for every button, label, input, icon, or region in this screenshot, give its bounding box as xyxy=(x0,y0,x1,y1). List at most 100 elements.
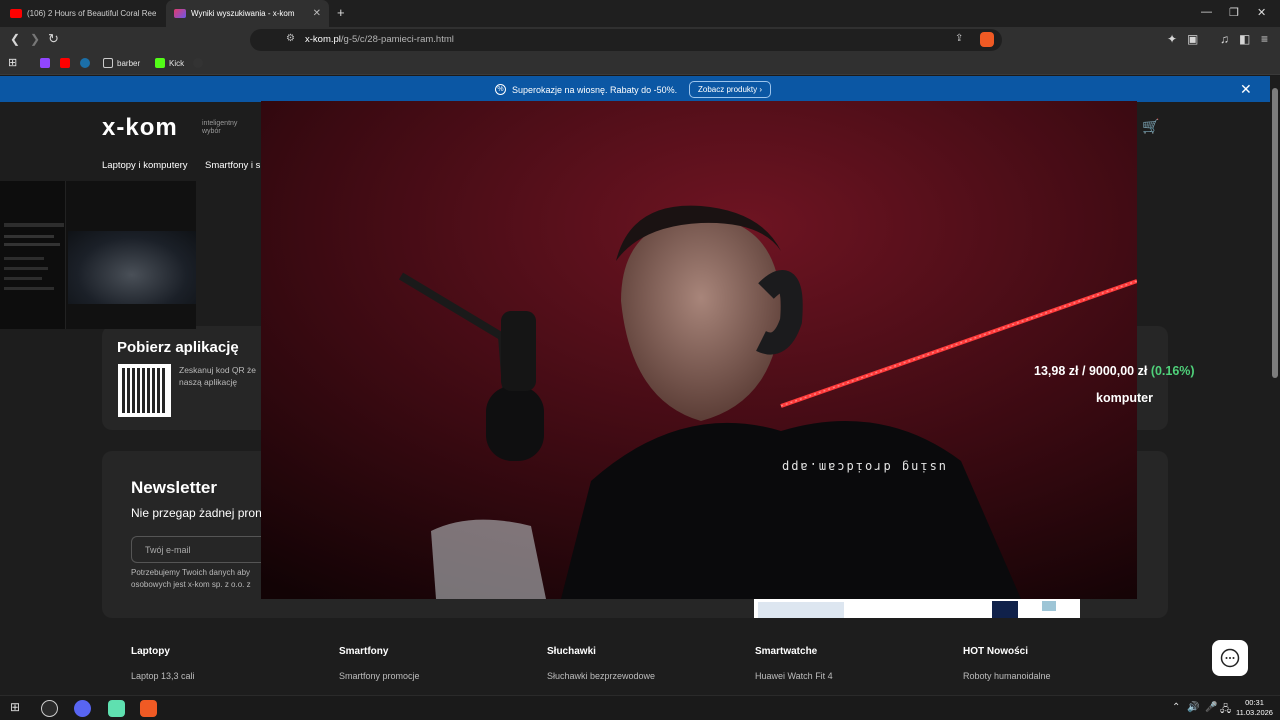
preview-row xyxy=(4,235,54,238)
tab-strip: (106) 2 Hours of Beautiful Coral Reef Wy… xyxy=(0,0,1280,27)
email-field[interactable]: Twój e-mail xyxy=(131,536,271,563)
footer-link[interactable]: Laptop 13,3 cali xyxy=(131,671,195,681)
bookmark-item[interactable] xyxy=(80,58,90,68)
app-card-line: Zeskanuj kod QR że xyxy=(179,365,257,375)
clock-date: 11.03.2026 xyxy=(1236,708,1273,717)
steam-icon xyxy=(80,58,90,68)
bookmark-item[interactable] xyxy=(60,58,70,68)
media-icon[interactable]: ♫ xyxy=(1220,32,1229,46)
brave-shields-icon[interactable] xyxy=(980,32,994,47)
app-card-line: naszą aplikację xyxy=(179,377,238,387)
scrollbar-thumb[interactable] xyxy=(1272,88,1278,378)
logo-tagline: inteligentny wybór xyxy=(202,120,238,135)
chat-icon xyxy=(1220,648,1240,668)
kick-icon xyxy=(155,58,165,68)
qr-code xyxy=(118,364,171,417)
app-card-text: Zeskanuj kod QR że naszą aplikację xyxy=(179,364,256,388)
close-icon[interactable]: ✕ xyxy=(1240,81,1252,98)
clock[interactable]: 00:31 11.03.2026 xyxy=(1236,698,1273,718)
youtube-icon xyxy=(10,9,22,18)
page-scrollbar[interactable] xyxy=(1270,76,1280,695)
glass xyxy=(431,519,546,599)
microphone xyxy=(486,386,544,461)
bookmark-item[interactable]: Kick xyxy=(155,58,184,68)
tab-title: (106) 2 Hours of Beautiful Coral Reef xyxy=(27,9,156,18)
minimize-button[interactable]: — xyxy=(1201,6,1212,18)
bookmark-item[interactable]: barber xyxy=(103,58,140,68)
wallet-icon[interactable]: ▣ xyxy=(1187,32,1198,46)
ticker-separator: / xyxy=(1081,364,1086,378)
site-logo[interactable]: x-kom xyxy=(102,114,178,142)
chat-button[interactable] xyxy=(1212,640,1248,676)
preview-row xyxy=(4,267,48,270)
droidcam-watermark: using droidcam.app xyxy=(780,460,947,474)
newsletter-subtitle: Nie przegap żadnej pron xyxy=(131,506,262,520)
promo-banner: % Superokazje na wiosnę. Rabaty do -50%.… xyxy=(0,76,1270,102)
site-info-icon[interactable]: ⚙ xyxy=(286,33,295,44)
footer-link[interactable]: Roboty humanoidalne xyxy=(963,671,1051,681)
preview-row xyxy=(4,287,54,290)
cart-icon[interactable]: 🛒 xyxy=(1142,118,1159,135)
stream-preview xyxy=(0,181,196,329)
preview-camera xyxy=(68,231,196,304)
volume-icon[interactable]: 🔊 xyxy=(1187,702,1199,713)
nav-laptops[interactable]: Laptopy i komputery xyxy=(102,160,188,171)
ticker-goal-name: komputer xyxy=(1096,391,1153,405)
extensions-icon[interactable]: ✦ xyxy=(1167,32,1177,46)
ticker-amount: 13,98 zł xyxy=(1034,364,1079,378)
ticker-goal: 9000,00 zł xyxy=(1088,364,1148,378)
sidebar-icon[interactable]: ◧ xyxy=(1239,32,1250,46)
percent-badge-icon: % xyxy=(495,84,506,95)
tab-xkom[interactable]: Wyniki wyszukiwania - x-kom ✕ xyxy=(166,0,329,27)
apps-icon[interactable]: ⊞ xyxy=(8,56,17,69)
clock-time: 00:31 xyxy=(1245,698,1264,707)
footer-link[interactable]: Smartfony promocje xyxy=(339,671,420,681)
footer-link[interactable]: Huawei Watch Fit 4 xyxy=(755,671,833,681)
brave-icon[interactable] xyxy=(140,700,157,717)
close-tab-icon[interactable]: ✕ xyxy=(313,8,321,19)
tipply-icon xyxy=(193,58,203,68)
bookmark-label: Kick xyxy=(169,58,185,68)
bookmark-item[interactable] xyxy=(40,58,50,68)
back-icon[interactable]: ❮ xyxy=(10,32,20,46)
ticker-percent: (0.16%) xyxy=(1150,364,1195,378)
tab-title: Wyniki wyszukiwania - x-kom xyxy=(191,9,295,18)
nav-smartphones[interactable]: Smartfony i s xyxy=(205,160,260,171)
url-text: x-kom.pl/g-5/c/28-pamieci-ram.html xyxy=(305,34,454,45)
close-window-button[interactable]: ✕ xyxy=(1257,6,1266,19)
microphone-icon[interactable]: 🎤 xyxy=(1205,702,1217,713)
obs-icon[interactable] xyxy=(41,700,58,717)
tab-youtube[interactable]: (106) 2 Hours of Beautiful Coral Reef xyxy=(2,0,164,27)
webcam-overlay: using droidcam.app xyxy=(261,101,1137,599)
promo-button[interactable]: Zobacz produkty › xyxy=(689,81,772,98)
menu-icon[interactable]: ≡ xyxy=(1261,32,1268,46)
preview-row xyxy=(4,243,60,246)
reload-icon[interactable]: ↻ xyxy=(48,31,59,47)
app-icon[interactable] xyxy=(108,700,125,717)
new-tab-button[interactable]: + xyxy=(337,5,345,20)
footer-heading: Słuchawki xyxy=(547,646,596,657)
restore-button[interactable]: ❐ xyxy=(1229,6,1239,19)
footer-heading: HOT Nowości xyxy=(963,646,1029,657)
bookmark-item[interactable] xyxy=(193,58,203,68)
footer-heading: Smartfony xyxy=(339,646,389,657)
share-icon[interactable]: ⇪ xyxy=(955,33,963,44)
address-bar[interactable]: ⚙ x-kom.pl/g-5/c/28-pamieci-ram.html ⇪ xyxy=(250,29,1002,51)
forward-icon[interactable]: ❯ xyxy=(30,32,40,46)
network-icon[interactable]: 🖧 xyxy=(1220,702,1231,719)
email-placeholder: Twój e-mail xyxy=(145,545,191,555)
image-panel xyxy=(992,601,1018,618)
tray-chevron-icon[interactable]: ⌃ xyxy=(1172,702,1180,713)
legal-line: Potrzebujemy Twoich danych aby xyxy=(131,568,251,577)
webcam-scene xyxy=(261,101,1137,599)
folder-icon xyxy=(103,58,113,68)
promo-button-label: Zobacz produkty xyxy=(698,85,758,94)
discord-icon[interactable] xyxy=(74,700,91,717)
preview-sidebar xyxy=(0,181,66,329)
newsletter-promo-image xyxy=(754,599,1080,618)
footer-link[interactable]: Słuchawki bezprzewodowe xyxy=(547,671,655,681)
newsletter-legal: Potrzebujemy Twoich danych aby osobowych… xyxy=(131,567,251,591)
start-icon[interactable]: ⊞ xyxy=(10,700,20,714)
preview-row xyxy=(4,277,42,280)
bookmark-label: barber xyxy=(117,58,141,68)
